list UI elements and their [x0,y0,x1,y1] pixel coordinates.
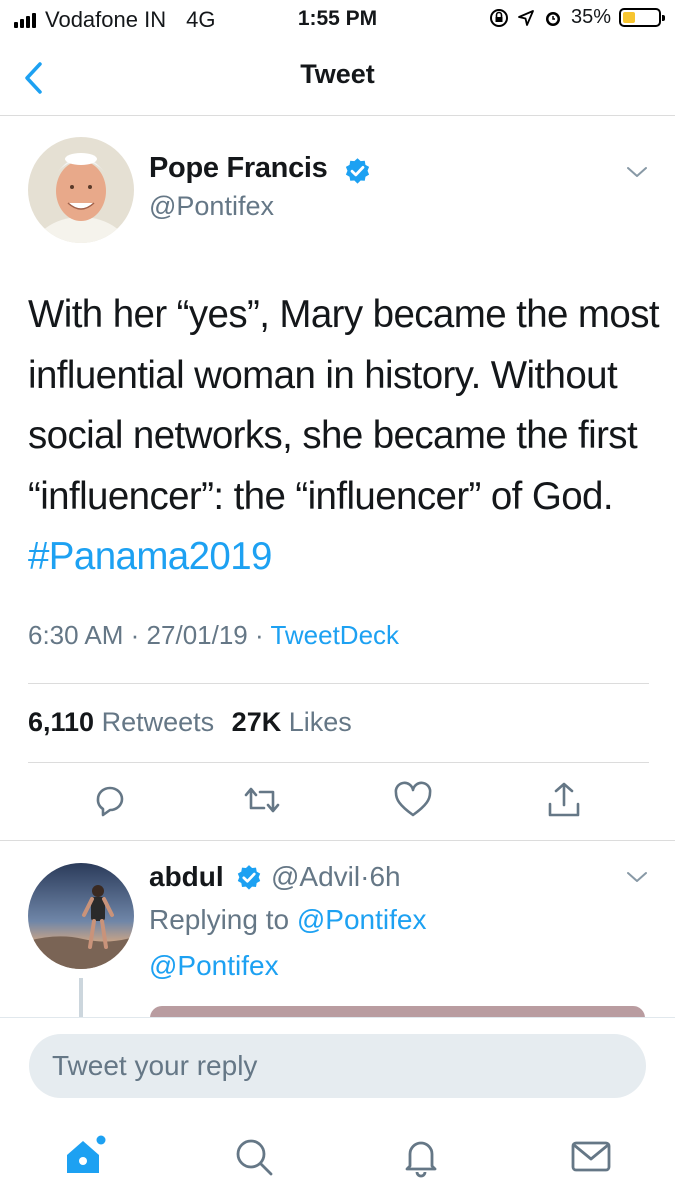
like-heart-icon[interactable] [391,778,435,822]
retweet-icon[interactable] [240,778,284,822]
battery-percent: 35% [570,6,611,28]
reply-author-name[interactable]: abdul [149,861,224,893]
likes-stat[interactable]: 27K Likes [232,707,352,737]
nav-bar: Tweet [0,40,675,116]
replying-to-mention[interactable]: @Pontifex [297,904,427,935]
replying-to-line: Replying to @Pontifex [149,904,426,936]
screen-rotation-lock-icon [489,8,508,27]
hashtag-link[interactable]: #Panama2019 [28,535,272,578]
author-handle[interactable]: @Pontifex [149,191,274,222]
chevron-down-icon[interactable] [625,869,649,885]
location-arrow-icon [518,9,534,26]
tweet-stats: 6,110 Retweets 27K Likes [28,707,352,738]
likes-label: Likes [288,707,352,737]
tweet-actions [0,778,675,828]
tweet-date: 27/01/19 [146,620,248,650]
tweet-meta: 6:30 AM · 27/01/19 · TweetDeck [28,620,399,651]
thread-line [79,978,83,1018]
reply-icon[interactable] [88,778,132,822]
battery-icon [619,8,665,27]
status-bar: Vodafone IN 4G 1:55 PM 35% [0,0,675,40]
messages-envelope-icon[interactable] [568,1133,614,1179]
reply-author-avatar[interactable] [28,863,134,969]
divider [0,840,675,841]
author-avatar[interactable] [28,137,134,243]
retweets-count: 6,110 [28,707,95,737]
home-icon[interactable] [62,1133,108,1179]
reply-author-handle[interactable]: @Advil·6h [271,861,401,893]
search-icon[interactable] [230,1133,276,1179]
page-title: Tweet [300,59,375,89]
replying-to-label: Replying to [149,904,290,935]
share-icon[interactable] [542,778,586,822]
meta-separator: · [255,620,264,650]
meta-separator: · [130,620,140,650]
verified-badge-icon [345,158,370,184]
likes-count: 27K [231,707,282,737]
reply-text-mention[interactable]: @Pontifex [149,950,279,982]
reply-input[interactable] [29,1034,646,1098]
retweets-stat[interactable]: 6,110 Retweets [28,707,214,737]
tweet-time: 6:30 AM [28,620,124,650]
divider [28,762,649,763]
tweet-source-link[interactable]: TweetDeck [270,620,399,650]
alarm-icon [545,11,560,26]
notifications-bell-icon[interactable] [398,1133,444,1179]
divider [28,683,649,684]
tab-bar [0,1115,675,1200]
retweets-label: Retweets [101,707,215,737]
status-right: 35% [489,6,665,29]
author-display-name[interactable]: Pope Francis [149,152,328,185]
tweet-text: With her “yes”, Mary became the most inf… [28,285,668,588]
battery-fill [623,12,635,23]
reply-composer [0,1017,675,1115]
reply-age: 6h [369,861,401,892]
reply-handle-text: @Advil [271,861,361,892]
chevron-down-icon[interactable] [625,164,649,180]
tweet-body: With her “yes”, Mary became the most inf… [28,293,660,518]
verified-badge-icon [237,865,261,890]
